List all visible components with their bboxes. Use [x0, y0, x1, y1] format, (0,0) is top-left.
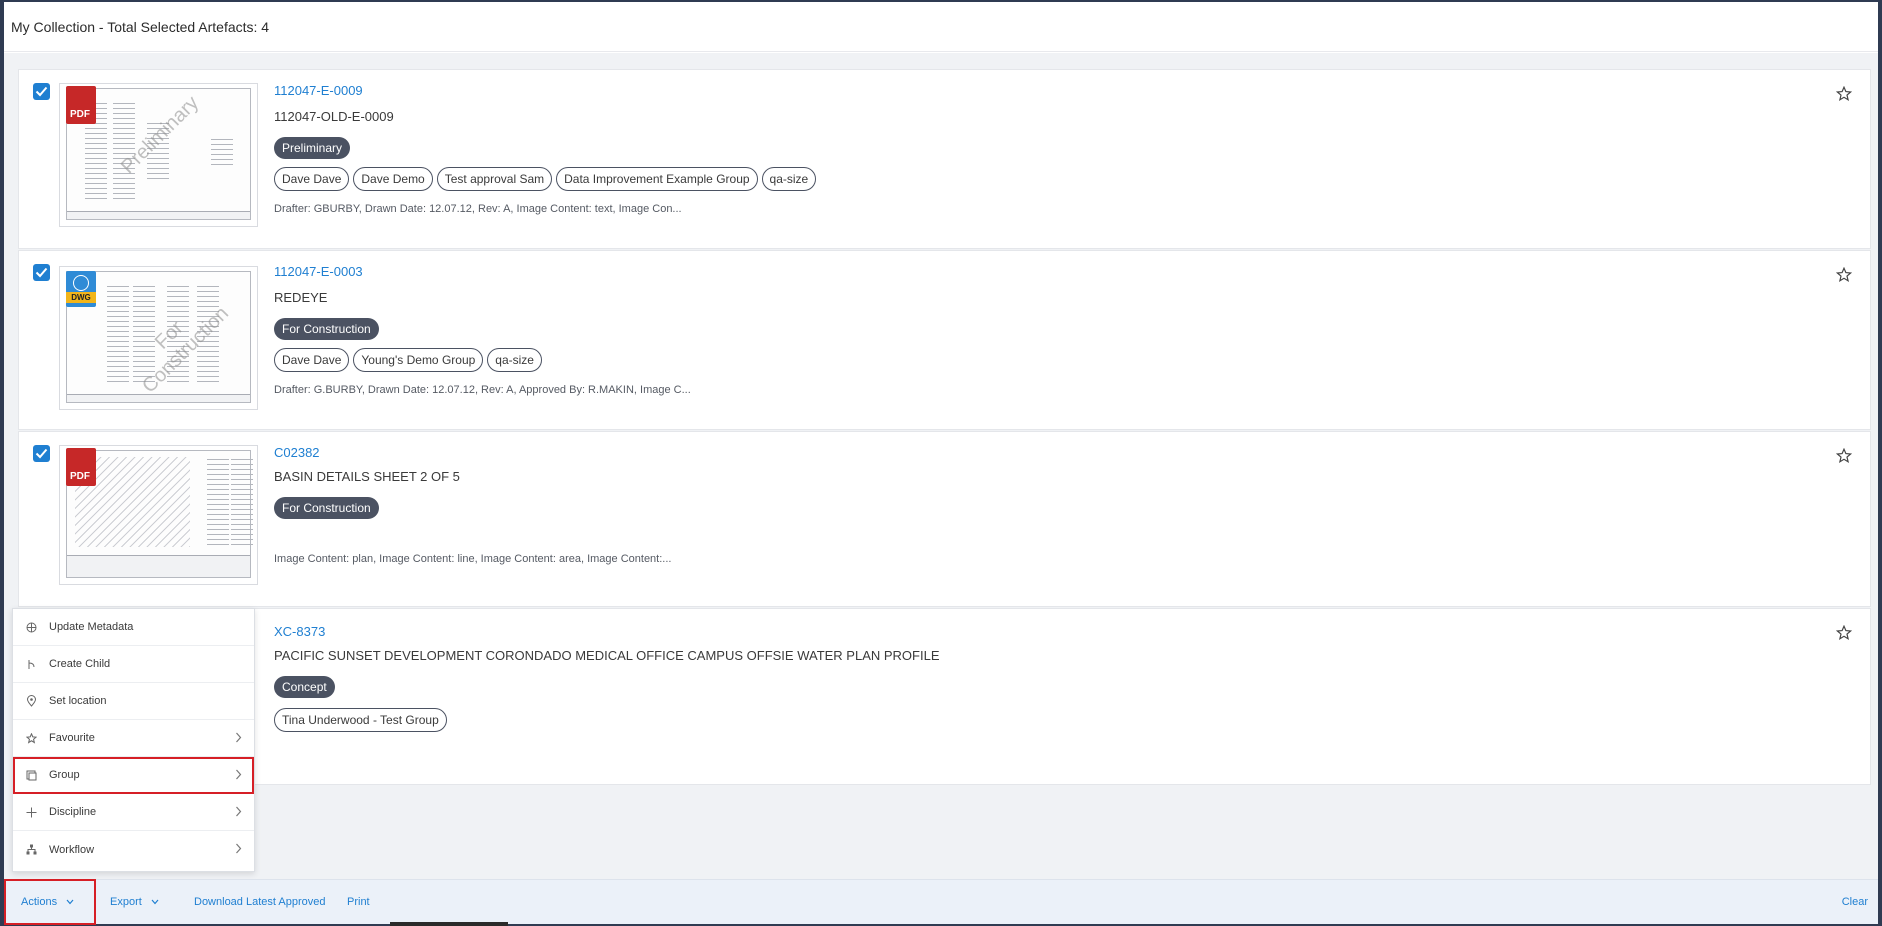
artefact-list[interactable]: PDF Preliminary 112047-E-0009 112047-OLD…	[4, 53, 1878, 881]
clear-button[interactable]: Clear	[1842, 880, 1868, 925]
group-tags: Dave Dave Dave Demo Test approval Sam Da…	[274, 167, 817, 193]
group-tag[interactable]: Test approval Sam	[436, 167, 553, 191]
download-latest-approved-button[interactable]: Download Latest Approved	[194, 880, 325, 925]
artefact-metadata: Drafter: G.BURBY, Drawn Date: 12.07.12, …	[274, 384, 691, 396]
dwg-file-icon: DWG	[66, 271, 96, 307]
chevron-right-icon	[236, 732, 242, 743]
artefact-metadata: Drafter: GBURBY, Drawn Date: 12.07.12, R…	[274, 203, 682, 215]
menu-item-label: Group	[49, 769, 80, 781]
artefact-name: 112047-OLD-E-0009	[274, 109, 394, 124]
group-tag[interactable]: Dave Dave	[274, 167, 350, 191]
export-button[interactable]: Export	[110, 880, 159, 925]
artefact-card[interactable]: XC-8373 PACIFIC SUNSET DEVELOPMENT CORON…	[18, 608, 1871, 785]
artefact-info: 112047-E-0003 REDEYE For Construction Da…	[274, 264, 691, 400]
export-label: Export	[110, 896, 142, 908]
group-tag[interactable]: Tina Underwood - Test Group	[274, 708, 447, 732]
menu-item-label: Discipline	[49, 806, 97, 818]
artefact-info: XC-8373 PACIFIC SUNSET DEVELOPMENT CORON…	[274, 624, 940, 734]
check-icon	[35, 86, 48, 97]
artefact-name: BASIN DETAILS SHEET 2 OF 5	[274, 469, 460, 484]
status-badge: For Construction	[274, 318, 379, 340]
branch-icon	[13, 659, 49, 670]
chevron-right-icon	[236, 806, 242, 817]
artefact-number-link[interactable]: C02382	[274, 445, 671, 463]
artefact-card[interactable]: DWG For Construction 112047-E-0003 REDEY…	[18, 250, 1871, 430]
chevron-right-icon	[236, 843, 242, 854]
check-icon	[35, 267, 48, 278]
menu-item-label: Favourite	[49, 732, 95, 744]
bottom-action-bar: Actions Export Download Latest Approved …	[4, 879, 1878, 924]
status-badge: Preliminary	[274, 137, 351, 159]
group-tag[interactable]: qa-size	[487, 348, 542, 372]
plus-icon	[13, 807, 49, 818]
artefact-card[interactable]: PDF C02382 BASIN DETAILS SHEET 2 OF 5 Fo…	[18, 431, 1871, 607]
artefact-name: PACIFIC SUNSET DEVELOPMENT CORONDADO MED…	[274, 648, 940, 663]
screen-frame: My Collection - Total Selected Artefacts…	[0, 0, 1882, 926]
artefact-info: C02382 BASIN DETAILS SHEET 2 OF 5 For Co…	[274, 445, 671, 569]
menu-item-label: Set location	[49, 695, 107, 707]
menu-item-workflow[interactable]: Workflow	[13, 831, 254, 868]
artefact-number-link[interactable]: 112047-E-0003	[274, 264, 691, 282]
artefact-thumbnail[interactable]: PDF Preliminary	[59, 83, 258, 227]
menu-item-update-metadata[interactable]: Update Metadata	[13, 609, 254, 646]
print-button[interactable]: Print	[347, 880, 370, 925]
group-tags: Dave Dave Young's Demo Group qa-size	[274, 348, 691, 374]
workflow-icon	[13, 844, 49, 855]
favourite-star-icon[interactable]	[1835, 266, 1853, 288]
group-tag[interactable]: Data Improvement Example Group	[556, 167, 758, 191]
star-icon	[13, 732, 49, 744]
metadata-icon	[13, 622, 49, 633]
artefact-card[interactable]: PDF Preliminary 112047-E-0009 112047-OLD…	[18, 69, 1871, 249]
artefact-name: REDEYE	[274, 290, 328, 305]
chevron-down-icon	[151, 899, 159, 905]
group-icon	[13, 770, 49, 781]
dialog-header: My Collection - Total Selected Artefacts…	[4, 2, 1878, 52]
menu-item-create-child[interactable]: Create Child	[13, 646, 254, 683]
check-icon	[35, 448, 48, 459]
menu-item-discipline[interactable]: Discipline	[13, 794, 254, 831]
group-tags: Tina Underwood - Test Group	[274, 708, 940, 734]
menu-item-favourite[interactable]: Favourite	[13, 720, 254, 757]
favourite-star-icon[interactable]	[1835, 624, 1853, 646]
artefact-number-link[interactable]: 112047-E-0009	[274, 83, 816, 101]
artefact-number-link[interactable]: XC-8373	[274, 624, 940, 642]
favourite-star-icon[interactable]	[1835, 447, 1853, 469]
pdf-file-icon: PDF	[66, 86, 96, 124]
artefact-info: 112047-E-0009 112047-OLD-E-0009 Prelimin…	[274, 83, 817, 219]
menu-item-group[interactable]: Group	[13, 757, 254, 794]
status-badge: Concept	[274, 676, 335, 698]
actions-highlight-outline	[4, 879, 96, 925]
menu-item-label: Update Metadata	[49, 621, 134, 633]
artefact-metadata: Image Content: plan, Image Content: line…	[274, 553, 672, 565]
select-checkbox[interactable]	[33, 264, 50, 281]
location-pin-icon	[13, 695, 49, 707]
artefact-thumbnail[interactable]: PDF	[59, 445, 258, 585]
menu-item-label: Create Child	[49, 658, 111, 670]
collection-title: My Collection - Total Selected Artefacts…	[11, 18, 270, 35]
actions-menu: Update Metadata Create Child Set locatio…	[12, 608, 255, 872]
menu-item-label: Workflow	[49, 843, 95, 856]
group-tag[interactable]: Dave Demo	[353, 167, 433, 191]
background-strip	[390, 922, 508, 926]
menu-item-set-location[interactable]: Set location	[13, 683, 254, 720]
select-checkbox[interactable]	[33, 445, 50, 462]
select-checkbox[interactable]	[33, 83, 50, 100]
group-tag[interactable]: Young's Demo Group	[353, 348, 484, 372]
chevron-right-icon	[236, 769, 242, 780]
group-tag[interactable]: Dave Dave	[274, 348, 350, 372]
artefact-thumbnail[interactable]: DWG For Construction	[59, 266, 258, 410]
pdf-file-icon: PDF	[66, 448, 96, 486]
group-tag[interactable]: qa-size	[761, 167, 817, 191]
status-badge: For Construction	[274, 497, 379, 519]
collection-dialog: My Collection - Total Selected Artefacts…	[4, 2, 1878, 925]
favourite-star-icon[interactable]	[1835, 85, 1853, 107]
